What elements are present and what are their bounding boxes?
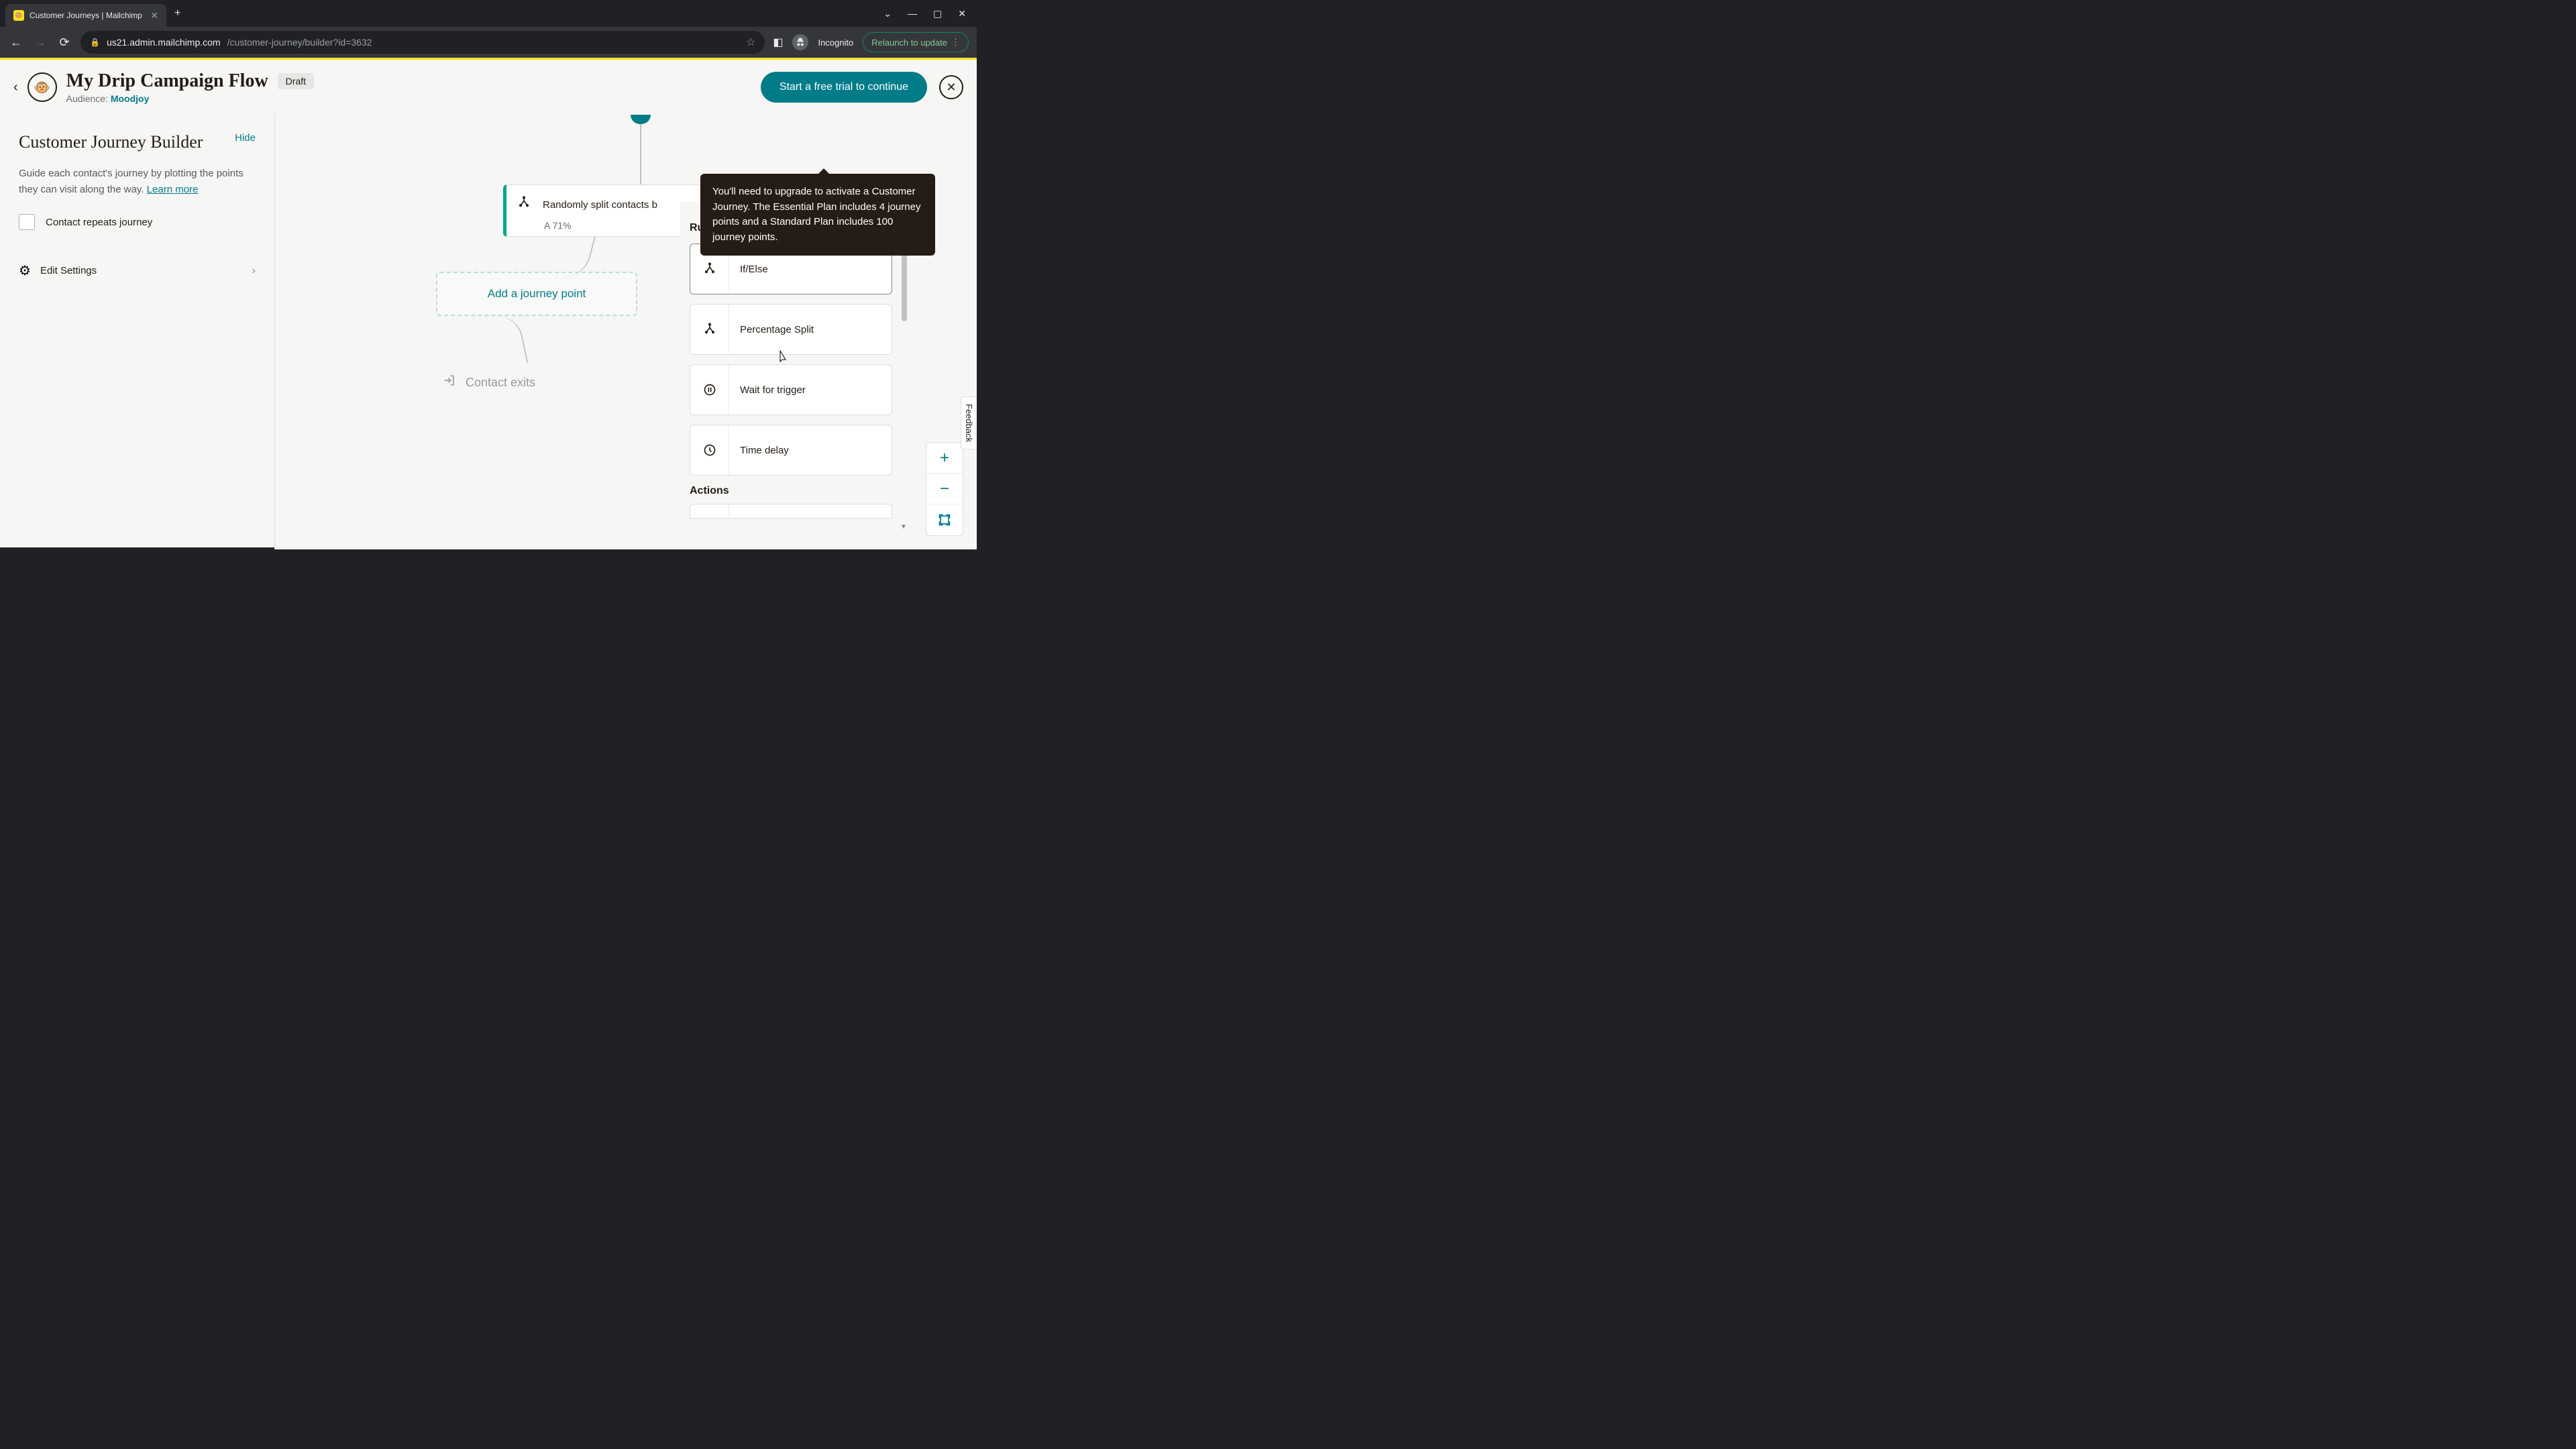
feedback-tab[interactable]: Feedback xyxy=(961,396,977,449)
split-icon xyxy=(517,196,531,213)
minimize-icon[interactable]: — xyxy=(908,8,917,19)
exit-icon xyxy=(443,374,456,391)
add-journey-point-button[interactable]: Add a journey point xyxy=(436,272,637,316)
back-chevron-icon[interactable]: ‹ xyxy=(13,80,18,95)
close-button[interactable]: ✕ xyxy=(939,75,963,99)
split-node-text: Randomly split contacts b xyxy=(543,199,657,211)
forward-button[interactable]: → xyxy=(32,36,48,50)
action-card[interactable] xyxy=(690,504,892,519)
learn-more-link[interactable]: Learn more xyxy=(147,184,199,195)
zoom-out-button[interactable]: − xyxy=(926,474,963,504)
contact-repeats-row: Contact repeats journey xyxy=(19,214,256,230)
pause-icon xyxy=(690,365,729,415)
edit-settings-label: Edit Settings xyxy=(40,265,243,276)
status-badge: Draft xyxy=(278,73,314,89)
upgrade-tooltip: You'll need to upgrade to activate a Cus… xyxy=(700,174,935,256)
rule-wait-for-trigger[interactable]: Wait for trigger xyxy=(690,364,892,415)
url-host: us21.admin.mailchimp.com xyxy=(107,37,221,48)
connector-line xyxy=(640,124,641,184)
actions-section-title: Actions xyxy=(690,485,902,497)
url-path: /customer-journey/builder?id=3632 xyxy=(227,37,372,48)
split-node[interactable]: Randomly split contacts b A 71% xyxy=(503,184,704,237)
back-button[interactable]: ← xyxy=(8,36,24,50)
app-header: ‹ 🐵 My Drip Campaign Flow Draft Audience… xyxy=(0,60,977,115)
url-bar[interactable]: 🔒 us21.admin.mailchimp.com/customer-jour… xyxy=(80,31,765,54)
side-panel-icon[interactable]: ◧ xyxy=(773,36,783,49)
split-icon xyxy=(690,305,729,354)
edit-settings-row[interactable]: ⚙ Edit Settings › xyxy=(19,257,256,284)
chevron-down-icon[interactable]: ⌄ xyxy=(883,8,892,19)
action-icon xyxy=(690,504,729,518)
reload-button[interactable]: ⟳ xyxy=(56,36,72,50)
split-ratio-label: A 71% xyxy=(544,220,690,231)
close-window-icon[interactable]: ✕ xyxy=(958,8,966,19)
hide-link[interactable]: Hide xyxy=(235,132,256,144)
sidebar-title: Customer Journey Builder xyxy=(19,132,203,152)
sidebar: Customer Journey Builder Hide Guide each… xyxy=(0,115,275,549)
page-title: My Drip Campaign Flow xyxy=(66,70,268,92)
relaunch-button[interactable]: Relaunch to update ⋮ xyxy=(863,32,969,52)
sidebar-description: Guide each contact's journey by plotting… xyxy=(19,166,256,198)
chevron-right-icon: › xyxy=(252,265,256,277)
browser-titlebar: 🐵 Customer Journeys | Mailchimp ✕ + ⌄ — … xyxy=(0,0,977,27)
maximize-icon[interactable]: ▢ xyxy=(933,8,942,19)
start-trial-button[interactable]: Start a free trial to continue xyxy=(761,72,927,103)
contact-repeats-label: Contact repeats journey xyxy=(46,217,152,228)
gear-icon: ⚙ xyxy=(19,262,31,279)
browser-toolbar: ← → ⟳ 🔒 us21.admin.mailchimp.com/custome… xyxy=(0,27,977,58)
incognito-icon[interactable] xyxy=(792,34,808,50)
rule-time-delay[interactable]: Time delay xyxy=(690,425,892,476)
scroll-down-icon[interactable]: ▼ xyxy=(899,523,908,531)
connector-curve xyxy=(485,316,529,363)
zoom-fit-button[interactable] xyxy=(926,504,963,535)
new-tab-button[interactable]: + xyxy=(174,7,180,19)
window-controls: ⌄ — ▢ ✕ xyxy=(883,8,977,19)
app-content: ‹ 🐵 My Drip Campaign Flow Draft Audience… xyxy=(0,58,977,547)
rule-percentage-split[interactable]: Percentage Split xyxy=(690,304,892,355)
zoom-controls: + − xyxy=(926,442,963,536)
lock-icon: 🔒 xyxy=(90,38,100,47)
favicon-icon: 🐵 xyxy=(13,10,24,21)
audience-link[interactable]: Moodjoy xyxy=(111,93,150,104)
connector-curve xyxy=(551,237,596,277)
start-node-icon xyxy=(631,115,651,124)
audience-line: Audience: Moodjoy xyxy=(66,93,314,104)
contact-exits-node: Contact exits xyxy=(443,374,535,391)
tab-title: Customer Journeys | Mailchimp xyxy=(30,11,145,20)
bookmark-star-icon[interactable]: ☆ xyxy=(746,36,755,49)
browser-tab[interactable]: 🐵 Customer Journeys | Mailchimp ✕ xyxy=(5,4,166,27)
mailchimp-logo-icon[interactable]: 🐵 xyxy=(28,72,57,102)
clock-icon xyxy=(690,425,729,475)
tab-close-icon[interactable]: ✕ xyxy=(150,10,158,21)
incognito-label: Incognito xyxy=(818,38,853,48)
menu-dots-icon: ⋮ xyxy=(951,37,960,48)
contact-repeats-checkbox[interactable] xyxy=(19,214,35,230)
zoom-in-button[interactable]: + xyxy=(926,443,963,474)
